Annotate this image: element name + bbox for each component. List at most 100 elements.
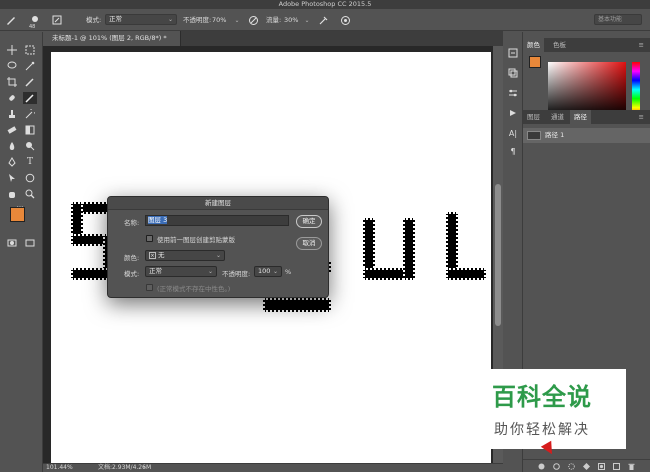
add-mask-icon[interactable]: [597, 462, 606, 471]
opacity-input-value: 100: [258, 267, 271, 275]
no-color-swatch-icon: ×: [149, 251, 156, 259]
history-panel-icon[interactable]: [506, 46, 520, 60]
trash-icon[interactable]: [627, 462, 636, 471]
screen-mode-icon[interactable]: [23, 237, 37, 249]
tab-swatches[interactable]: 色板: [549, 38, 570, 52]
path-name: 路径 1: [545, 131, 565, 139]
healing-brush-icon[interactable]: [5, 92, 19, 104]
new-path-icon[interactable]: [612, 462, 621, 471]
tab-color[interactable]: 颜色: [523, 38, 544, 52]
zoom-tool-icon[interactable]: [23, 188, 37, 200]
tab-paths[interactable]: 路径: [570, 110, 591, 124]
chevron-down-icon: ⌄: [167, 16, 173, 23]
panel-menu-icon[interactable]: ≡: [635, 110, 648, 124]
eyedropper-icon[interactable]: [23, 76, 37, 88]
crop-tool-icon[interactable]: [5, 76, 19, 88]
lasso-tool-icon[interactable]: [5, 60, 19, 72]
chevron-down-icon: ⌄: [207, 268, 213, 275]
opacity-label: 不透明度:: [183, 16, 212, 24]
path-list-item[interactable]: 路径 1: [523, 128, 650, 143]
clip-mask-checkbox[interactable]: [146, 235, 153, 242]
canvas-letter-stroke: [403, 218, 415, 280]
canvas-letter-stroke: [446, 268, 486, 280]
name-label: 名称:: [124, 219, 140, 227]
zoom-level[interactable]: 101.44%: [46, 464, 73, 472]
mode-select[interactable]: 正常 ⌄: [105, 14, 177, 25]
app-title: Adobe Photoshop CC 2015.5: [278, 0, 372, 8]
brush-panel-toggle-icon[interactable]: [50, 13, 64, 27]
stroke-path-icon[interactable]: [552, 462, 561, 471]
watermark-logo: 百科全说 助你轻松解决: [458, 369, 626, 449]
pen-tool-icon[interactable]: [5, 156, 19, 168]
clip-mask-label: 使用前一图层创建剪贴蒙版: [157, 236, 235, 244]
panel-menu-icon[interactable]: ≡: [635, 38, 648, 52]
mode-label: 模式:: [86, 16, 102, 24]
paragraph-panel-icon[interactable]: ¶: [506, 144, 520, 158]
type-tool-icon[interactable]: T: [23, 156, 37, 168]
flow-label: 流量:: [266, 16, 282, 24]
actions-panel-icon[interactable]: [506, 106, 520, 120]
neutral-fill-checkbox[interactable]: [146, 284, 153, 291]
hand-tool-icon[interactable]: [5, 188, 19, 200]
marquee-tool-icon[interactable]: [23, 44, 37, 56]
status-bar: 101.44% 文档:2.93M/4.26M ›: [43, 463, 503, 472]
path-selection-icon[interactable]: [5, 172, 19, 184]
color-label: 颜色:: [124, 254, 140, 262]
color-panel-foreground-swatch[interactable]: [529, 56, 541, 68]
hue-slider[interactable]: [632, 62, 640, 117]
chevron-down-icon: ⌄: [272, 268, 278, 275]
flow-value[interactable]: 30%: [284, 14, 298, 26]
load-selection-icon[interactable]: [567, 462, 576, 471]
dialog-title: 新建图层: [108, 197, 328, 210]
scrollbar-thumb[interactable]: [495, 184, 501, 326]
brush-tool-icon[interactable]: [4, 13, 18, 27]
magic-wand-icon[interactable]: [23, 60, 37, 72]
gradient-tool-icon[interactable]: [23, 124, 37, 136]
layers-panel-tabs: 图层 通道 路径 ≡: [523, 110, 650, 124]
airbrush-icon[interactable]: [316, 13, 330, 27]
eraser-icon[interactable]: [5, 124, 19, 136]
path-thumbnail: [527, 131, 541, 140]
opacity-value[interactable]: 70%: [212, 14, 226, 26]
dodge-tool-icon[interactable]: [23, 140, 37, 152]
layer-name-value: 图层 3: [148, 216, 168, 224]
clone-stamp-icon[interactable]: [5, 108, 19, 120]
workspace-search[interactable]: 基本功能: [594, 14, 642, 25]
pressure-opacity-icon[interactable]: [246, 13, 260, 27]
mode-select[interactable]: 正常 ⌄: [145, 266, 217, 277]
color-picker-field[interactable]: [548, 62, 626, 117]
brush-tool-active-icon[interactable]: [23, 92, 37, 104]
tab-layers[interactable]: 图层: [523, 110, 544, 124]
character-panel-icon[interactable]: A|: [506, 126, 520, 140]
mode-select-value: 正常: [149, 267, 162, 275]
quick-mask-icon[interactable]: [5, 237, 19, 249]
options-bar: 48 模式: 正常 ⌄ 不透明度: 70% ⌄ 流量: 30% ⌄ 基本功能: [0, 9, 650, 31]
history-brush-icon[interactable]: [23, 108, 37, 120]
foreground-color-swatch[interactable]: [10, 207, 25, 222]
opacity-dropdown-icon[interactable]: ⌄: [230, 13, 244, 27]
opacity-unit: %: [285, 268, 292, 276]
cancel-button[interactable]: 取消: [296, 237, 322, 250]
title-bar: Adobe Photoshop CC 2015.5: [0, 0, 650, 9]
layer-name-input[interactable]: 图层 3: [145, 215, 289, 226]
document-tab-title: 未标题-1 @ 101% (图层 2, RGB/8*) *: [52, 34, 167, 42]
pressure-size-icon[interactable]: [338, 13, 352, 27]
make-work-path-icon[interactable]: [582, 462, 591, 471]
tab-channels[interactable]: 通道: [547, 110, 568, 124]
ellipse-tool-icon[interactable]: [23, 172, 37, 184]
mode-label: 模式:: [124, 270, 140, 278]
color-select[interactable]: × 无 ⌄: [145, 250, 225, 261]
flow-dropdown-icon[interactable]: ⌄: [300, 13, 314, 27]
fill-path-icon[interactable]: [537, 462, 546, 471]
ok-button[interactable]: 确定: [296, 215, 322, 228]
blur-tool-icon[interactable]: [5, 140, 19, 152]
properties-panel-icon[interactable]: [506, 66, 520, 80]
canvas-letter-stroke: [263, 298, 331, 312]
opacity-input[interactable]: 100 ⌄: [254, 266, 282, 277]
document-tab[interactable]: 未标题-1 @ 101% (图层 2, RGB/8*) *: [43, 31, 181, 46]
chevron-down-icon: ⌄: [215, 252, 221, 259]
status-arrow-icon[interactable]: ›: [143, 464, 145, 472]
adjustments-panel-icon[interactable]: [506, 86, 520, 100]
mode-select-value: 正常: [109, 15, 122, 23]
move-tool-icon[interactable]: [5, 44, 19, 56]
